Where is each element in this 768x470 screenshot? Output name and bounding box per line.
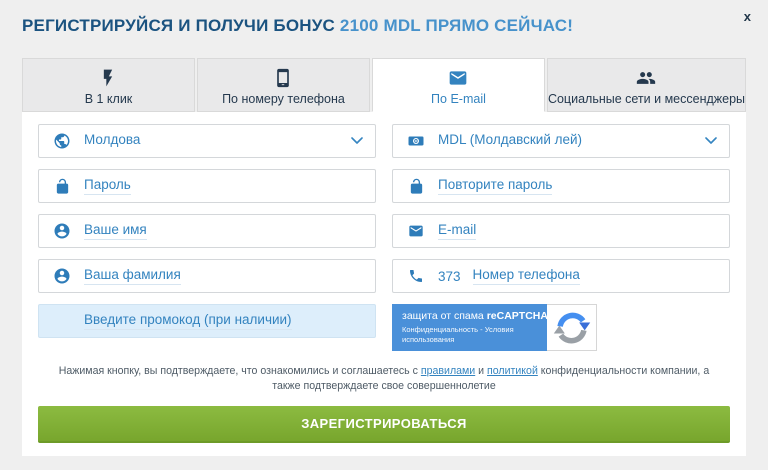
registration-modal: РЕГИСТРИРУЙСЯ И ПОЛУЧИ БОНУС 2100 MDL ПР… bbox=[0, 0, 768, 470]
register-button[interactable]: ЗАРЕГИСТРИРОВАТЬСЯ bbox=[38, 406, 730, 443]
recaptcha-widget[interactable]: защита от спама reCAPTCHA Конфиденциальн… bbox=[392, 304, 604, 351]
banknote-icon: 0 bbox=[407, 132, 425, 150]
chevron-down-icon[interactable] bbox=[351, 132, 363, 150]
password-repeat-placeholder: Повторите пароль bbox=[438, 177, 552, 195]
tab-label: По номеру телефона bbox=[222, 92, 345, 106]
tab-social-networks[interactable]: Социальные сети и мессенджеры bbox=[547, 58, 746, 112]
chevron-down-icon[interactable] bbox=[705, 132, 717, 150]
smartphone-icon bbox=[273, 66, 293, 88]
recaptcha-privacy-link[interactable]: Конфиденциальность bbox=[402, 325, 478, 334]
password-field[interactable]: Пароль bbox=[38, 169, 376, 203]
lock-open-icon bbox=[53, 177, 71, 195]
tab-email[interactable]: По E-mail bbox=[372, 58, 545, 112]
recaptcha-links: Конфиденциальность - Условия использован… bbox=[402, 325, 539, 345]
currency-select[interactable]: 0 MDL (Молдавский лей) bbox=[392, 124, 730, 158]
phone-placeholder: Номер телефона bbox=[473, 267, 580, 285]
title-bonus: 2100 MDL ПРЯМО СЕЙЧАС! bbox=[340, 16, 573, 35]
title-main: РЕГИСТРИРУЙСЯ И ПОЛУЧИ БОНУС bbox=[22, 16, 335, 35]
globe-icon bbox=[53, 132, 71, 150]
lightning-icon bbox=[98, 66, 118, 88]
privacy-policy-link[interactable]: политикой bbox=[487, 365, 538, 377]
password-placeholder: Пароль bbox=[84, 177, 131, 195]
country-select[interactable]: Молдова bbox=[38, 124, 376, 158]
tab-one-click[interactable]: В 1 клик bbox=[22, 58, 195, 112]
modal-header: РЕГИСТРИРУЙСЯ И ПОЛУЧИ БОНУС 2100 MDL ПР… bbox=[0, 0, 768, 58]
tab-label: По E-mail bbox=[431, 92, 486, 106]
phone-field[interactable]: 373 Номер телефона bbox=[392, 259, 730, 293]
phone-country-code: 373 bbox=[438, 269, 461, 284]
last-name-field[interactable]: Ваша фамилия bbox=[38, 259, 376, 293]
email-field[interactable]: E-mail bbox=[392, 214, 730, 248]
recaptcha-title: защита от спама reCAPTCHA bbox=[402, 310, 539, 322]
lock-open-icon bbox=[407, 177, 425, 195]
tab-label: В 1 клик bbox=[85, 92, 133, 106]
svg-text:0: 0 bbox=[414, 139, 418, 145]
promo-placeholder: Введите промокод (при наличии) bbox=[84, 312, 292, 330]
close-icon[interactable]: x bbox=[740, 6, 755, 27]
promo-code-field[interactable]: Введите промокод (при наличии) bbox=[38, 304, 376, 338]
country-value: Молдова bbox=[84, 132, 140, 149]
registration-tabs: В 1 клик По номеру телефона По E-mail Со… bbox=[22, 58, 746, 112]
registration-form-panel: Молдова 0 MDL (Молдавский лей) Пароль bbox=[22, 112, 746, 456]
page-title: РЕГИСТРИРУЙСЯ И ПОЛУЧИ БОНУС 2100 MDL ПР… bbox=[22, 16, 746, 36]
email-placeholder: E-mail bbox=[438, 222, 476, 240]
envelope-icon bbox=[447, 66, 469, 88]
legal-text: Нажимая кнопку, вы подтверждаете, что оз… bbox=[48, 364, 720, 395]
password-repeat-field[interactable]: Повторите пароль bbox=[392, 169, 730, 203]
phone-icon bbox=[407, 267, 425, 285]
currency-value: MDL (Молдавский лей) bbox=[438, 132, 582, 149]
recaptcha-text-block: защита от спама reCAPTCHA Конфиденциальн… bbox=[392, 304, 547, 351]
person-icon bbox=[53, 222, 71, 240]
form-grid: Молдова 0 MDL (Молдавский лей) Пароль bbox=[38, 124, 730, 351]
first-name-field[interactable]: Ваше имя bbox=[38, 214, 376, 248]
tab-phone-number[interactable]: По номеру телефона bbox=[197, 58, 370, 112]
people-group-icon bbox=[634, 66, 658, 88]
tab-label: Социальные сети и мессенджеры bbox=[548, 92, 745, 106]
recaptcha-arrows-icon bbox=[547, 304, 597, 351]
rules-link[interactable]: правилами bbox=[421, 365, 475, 377]
envelope-icon bbox=[407, 222, 425, 240]
last-name-placeholder: Ваша фамилия bbox=[84, 267, 181, 285]
first-name-placeholder: Ваше имя bbox=[84, 222, 147, 240]
person-icon bbox=[53, 267, 71, 285]
